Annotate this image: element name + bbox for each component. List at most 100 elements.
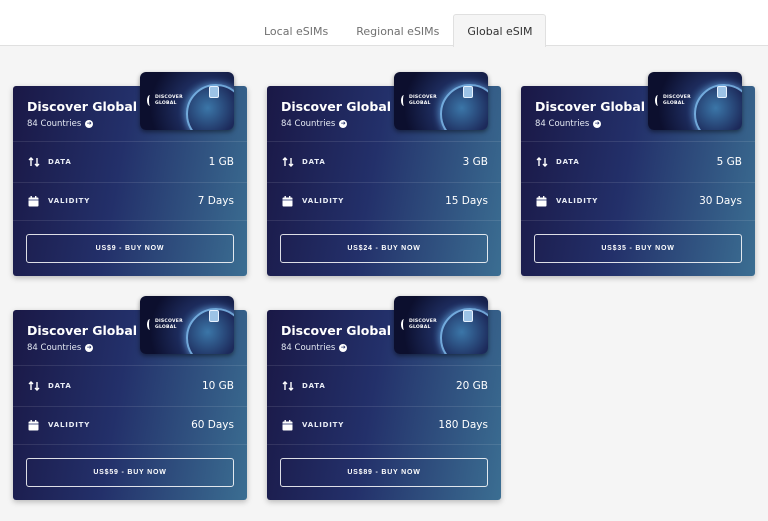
calendar-icon bbox=[27, 419, 40, 432]
sim-card-image: DISCOVER GLOBAL bbox=[394, 72, 488, 130]
divider bbox=[521, 220, 755, 221]
countries-link[interactable]: 84 Countries ➜ bbox=[281, 343, 348, 353]
tab-local-esims[interactable]: Local eSIMs bbox=[250, 14, 342, 47]
sim-chip-icon bbox=[209, 310, 219, 322]
data-label: DATA bbox=[556, 158, 580, 166]
validity-value: 7 Days bbox=[197, 195, 234, 207]
data-value: 20 GB bbox=[455, 380, 488, 392]
data-value: 5 GB bbox=[716, 156, 742, 168]
divider bbox=[13, 444, 247, 445]
divider bbox=[267, 141, 501, 142]
countries-label: 84 Countries bbox=[281, 119, 336, 129]
countries-link[interactable]: 84 Countries ➜ bbox=[535, 119, 602, 129]
sim-logo-text: DISCOVER GLOBAL bbox=[409, 95, 437, 106]
plan-card: DISCOVER GLOBAL Discover Global 84 Count… bbox=[13, 72, 247, 276]
discover-logo-icon bbox=[655, 95, 661, 106]
validity-label: VALIDITY bbox=[48, 197, 91, 205]
sim-card-image: DISCOVER GLOBAL bbox=[394, 296, 488, 354]
countries-link[interactable]: 84 Countries ➜ bbox=[281, 119, 348, 129]
up-down-arrows-icon bbox=[281, 156, 294, 169]
validity-row: VALIDITY 30 Days bbox=[535, 193, 742, 209]
validity-row: VALIDITY 60 Days bbox=[27, 417, 234, 433]
divider bbox=[267, 182, 501, 183]
data-row: DATA 20 GB bbox=[281, 378, 488, 394]
arrow-right-circle-icon: ➜ bbox=[339, 120, 348, 128]
sim-card-image: DISCOVER GLOBAL bbox=[648, 72, 742, 130]
sim-logo-text: DISCOVER GLOBAL bbox=[155, 319, 183, 330]
validity-value: 15 Days bbox=[445, 195, 488, 207]
up-down-arrows-icon bbox=[27, 156, 40, 169]
discover-logo-icon bbox=[401, 319, 407, 330]
sim-chip-icon bbox=[717, 86, 727, 98]
sim-chip-icon bbox=[209, 86, 219, 98]
data-value: 3 GB bbox=[462, 156, 488, 168]
plan-title: Discover Global bbox=[281, 323, 392, 338]
data-value: 1 GB bbox=[208, 156, 234, 168]
divider bbox=[13, 406, 247, 407]
countries-link[interactable]: 84 Countries ➜ bbox=[27, 119, 94, 129]
divider bbox=[267, 406, 501, 407]
validity-row: VALIDITY 7 Days bbox=[27, 193, 234, 209]
calendar-icon bbox=[535, 195, 548, 208]
tab-global-esim[interactable]: Global eSIM bbox=[453, 14, 547, 47]
data-row: DATA 10 GB bbox=[27, 378, 234, 394]
countries-label: 84 Countries bbox=[27, 343, 82, 353]
sim-logo-text: DISCOVER GLOBAL bbox=[155, 95, 183, 106]
buy-now-button[interactable]: US$24 - BUY NOW bbox=[280, 234, 488, 263]
data-label: DATA bbox=[48, 158, 72, 166]
sim-card-image: DISCOVER GLOBAL bbox=[140, 296, 234, 354]
plan-title: Discover Global bbox=[535, 99, 646, 114]
buy-now-button[interactable]: US$89 - BUY NOW bbox=[280, 458, 488, 487]
divider bbox=[521, 141, 755, 142]
validity-value: 180 Days bbox=[438, 419, 488, 431]
arrow-right-circle-icon: ➜ bbox=[85, 120, 94, 128]
validity-value: 60 Days bbox=[191, 419, 234, 431]
divider bbox=[13, 365, 247, 366]
countries-label: 84 Countries bbox=[535, 119, 590, 129]
countries-link[interactable]: 84 Countries ➜ bbox=[27, 343, 94, 353]
countries-label: 84 Countries bbox=[281, 343, 336, 353]
data-value: 10 GB bbox=[201, 380, 234, 392]
plan-card: DISCOVER GLOBAL Discover Global 84 Count… bbox=[267, 296, 501, 500]
plan-title: Discover Global bbox=[27, 99, 138, 114]
data-label: DATA bbox=[48, 382, 72, 390]
esim-type-tabs: Local eSIMs Regional eSIMs Global eSIM bbox=[250, 14, 547, 47]
plan-card: DISCOVER GLOBAL Discover Global 84 Count… bbox=[267, 72, 501, 276]
discover-logo-icon bbox=[147, 95, 153, 106]
buy-now-button[interactable]: US$59 - BUY NOW bbox=[26, 458, 234, 487]
buy-now-button[interactable]: US$35 - BUY NOW bbox=[534, 234, 742, 263]
plan-title: Discover Global bbox=[281, 99, 392, 114]
divider bbox=[13, 182, 247, 183]
discover-logo-icon bbox=[401, 95, 407, 106]
tab-regional-esims[interactable]: Regional eSIMs bbox=[342, 14, 453, 47]
calendar-icon bbox=[27, 195, 40, 208]
arrow-right-circle-icon: ➜ bbox=[593, 120, 602, 128]
top-navigation-bar: Local eSIMs Regional eSIMs Global eSIM bbox=[0, 0, 768, 47]
calendar-icon bbox=[281, 195, 294, 208]
validity-label: VALIDITY bbox=[302, 421, 345, 429]
data-label: DATA bbox=[302, 158, 326, 166]
divider bbox=[267, 365, 501, 366]
calendar-icon bbox=[281, 419, 294, 432]
up-down-arrows-icon bbox=[281, 380, 294, 393]
divider bbox=[13, 141, 247, 142]
sim-chip-icon bbox=[463, 86, 473, 98]
plan-title: Discover Global bbox=[27, 323, 138, 338]
countries-label: 84 Countries bbox=[27, 119, 82, 129]
divider bbox=[13, 220, 247, 221]
up-down-arrows-icon bbox=[535, 156, 548, 169]
data-row: DATA 1 GB bbox=[27, 154, 234, 170]
sim-card-image: DISCOVER GLOBAL bbox=[140, 72, 234, 130]
plan-card: DISCOVER GLOBAL Discover Global 84 Count… bbox=[521, 72, 755, 276]
arrow-right-circle-icon: ➜ bbox=[85, 344, 94, 352]
validity-row: VALIDITY 15 Days bbox=[281, 193, 488, 209]
data-row: DATA 5 GB bbox=[535, 154, 742, 170]
data-row: DATA 3 GB bbox=[281, 154, 488, 170]
buy-now-button[interactable]: US$9 - BUY NOW bbox=[26, 234, 234, 263]
validity-label: VALIDITY bbox=[302, 197, 345, 205]
plan-card: DISCOVER GLOBAL Discover Global 84 Count… bbox=[13, 296, 247, 500]
divider bbox=[267, 444, 501, 445]
up-down-arrows-icon bbox=[27, 380, 40, 393]
sim-logo-text: DISCOVER GLOBAL bbox=[663, 95, 691, 106]
validity-value: 30 Days bbox=[699, 195, 742, 207]
